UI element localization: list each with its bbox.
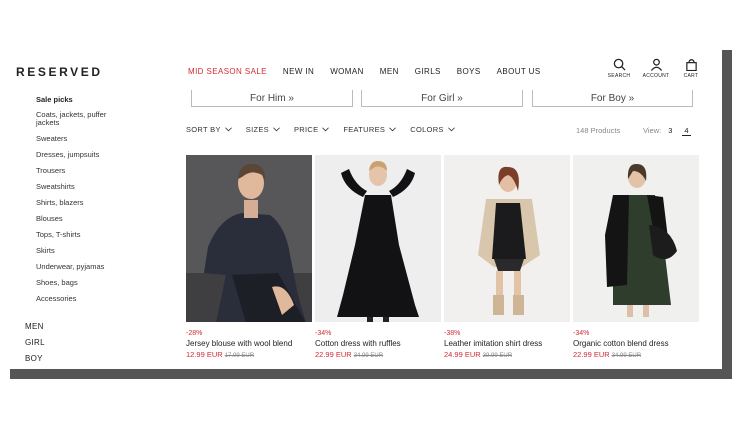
- for-him-button[interactable]: For Him »: [191, 90, 353, 107]
- sidebar-item-underwear[interactable]: Underwear, pyjamas: [36, 263, 126, 271]
- view-option-4[interactable]: 4: [682, 126, 691, 136]
- sidebar-item-sweaters[interactable]: Sweaters: [36, 135, 126, 143]
- chevron-down-icon: [322, 127, 330, 132]
- original-price: 34.99 EUR: [353, 352, 384, 359]
- discount-badge: -34%: [573, 330, 590, 337]
- sidebar-item-men[interactable]: MEN: [25, 322, 44, 331]
- product-card[interactable]: -28% Jersey blouse with wool blend 12.99…: [186, 155, 312, 359]
- browser-viewport: RESERVED MID SEASON SALE NEW IN WOMAN ME…: [10, 50, 722, 369]
- window-edge: [722, 58, 732, 379]
- search-icon: [613, 58, 626, 71]
- colors-filter[interactable]: COLORS: [410, 125, 455, 134]
- original-price: 39.99 EUR: [482, 352, 513, 359]
- search-label: SEARCH: [607, 73, 631, 79]
- nav-new-in[interactable]: NEW IN: [283, 67, 314, 76]
- product-image[interactable]: [186, 155, 312, 322]
- product-card[interactable]: -34% Organic cotton blend dress 22.99 EU…: [573, 155, 699, 359]
- for-boy-button[interactable]: For Boy »: [532, 90, 693, 107]
- sidebar-item-skirts[interactable]: Skirts: [36, 247, 126, 255]
- sidebar-item-tops[interactable]: Tops, T-shirts: [36, 231, 126, 239]
- product-image[interactable]: [444, 155, 570, 322]
- sidebar-item-accessories[interactable]: Accessories: [36, 295, 126, 303]
- features-filter[interactable]: FEATURES: [343, 125, 397, 134]
- sizes-label: SIZES: [245, 125, 269, 134]
- sale-price: 24.99 EUR: [444, 349, 481, 359]
- product-price: 12.99 EUR 17.99 EUR: [186, 350, 312, 359]
- sidebar-item-boy[interactable]: BOY: [25, 354, 43, 363]
- nav-about-us[interactable]: ABOUT US: [497, 67, 541, 76]
- brand-logo[interactable]: RESERVED: [16, 65, 103, 79]
- product-name[interactable]: Leather imitation shirt dress: [444, 340, 570, 348]
- sidebar-item-sale-picks[interactable]: Sale picks: [36, 96, 126, 104]
- chevron-down-icon: [273, 127, 280, 132]
- original-price: 17.99 EUR: [224, 352, 255, 359]
- chevron-down-icon: [447, 127, 455, 132]
- account-label: ACCOUNT: [642, 73, 670, 79]
- chevron-down-icon: [389, 127, 397, 132]
- price-filter[interactable]: PRICE: [293, 125, 330, 134]
- product-card[interactable]: -34% Cotton dress with ruffles 22.99 EUR…: [315, 155, 441, 359]
- cart-button[interactable]: CART: [676, 58, 706, 79]
- category-sidebar: Sale picks Coats, jackets, puffer jacket…: [10, 90, 180, 369]
- view-selector: View: 3 4: [643, 126, 691, 136]
- sale-price: 22.99 EUR: [573, 349, 610, 359]
- for-girl-button[interactable]: For Girl »: [361, 90, 523, 107]
- sidebar-item-blouses[interactable]: Blouses: [36, 215, 126, 223]
- product-image[interactable]: [573, 155, 699, 322]
- header-icons: SEARCH ACCOUNT CART: [602, 58, 709, 79]
- product-card[interactable]: -38% Leather imitation shirt dress 24.99…: [444, 155, 570, 359]
- colors-label: COLORS: [410, 125, 444, 134]
- nav-mid-season-sale[interactable]: MID SEASON SALE: [188, 67, 267, 76]
- sale-price: 12.99 EUR: [186, 349, 223, 359]
- nav-men[interactable]: MEN: [380, 67, 399, 76]
- account-button[interactable]: ACCOUNT: [639, 58, 673, 79]
- sidebar-item-shirts[interactable]: Shirts, blazers: [36, 199, 126, 207]
- nav-boys[interactable]: BOYS: [457, 67, 481, 76]
- price-label: PRICE: [293, 125, 319, 134]
- original-price: 34.99 EUR: [611, 352, 642, 359]
- view-label: View:: [643, 126, 662, 135]
- nav-woman[interactable]: WOMAN: [330, 67, 364, 76]
- cart-icon: [685, 59, 697, 71]
- main-nav: MID SEASON SALE NEW IN WOMAN MEN GIRLS B…: [188, 67, 557, 76]
- chevron-down-icon: [224, 127, 232, 132]
- sort-by-label: SORT BY: [186, 125, 221, 134]
- product-name[interactable]: Cotton dress with ruffles: [315, 340, 441, 348]
- sidebar-item-coats[interactable]: Coats, jackets, puffer jackets: [36, 111, 126, 127]
- sidebar-item-trousers[interactable]: Trousers: [36, 167, 126, 175]
- product-price: 24.99 EUR 39.99 EUR: [444, 350, 570, 359]
- sidebar-item-dresses[interactable]: Dresses, jumpsuits: [36, 151, 126, 159]
- search-button[interactable]: SEARCH: [602, 58, 636, 79]
- product-count: 148 Products: [576, 126, 621, 135]
- account-icon: [650, 58, 662, 71]
- product-image[interactable]: [315, 155, 441, 322]
- discount-badge: -28%: [186, 330, 203, 337]
- sidebar-item-sweatshirts[interactable]: Sweatshirts: [36, 183, 126, 191]
- sidebar-item-shoes[interactable]: Shoes, bags: [36, 279, 126, 287]
- sidebar-item-girl[interactable]: GIRL: [25, 338, 45, 347]
- sizes-filter[interactable]: SIZES: [246, 125, 280, 134]
- discount-badge: -34%: [315, 330, 332, 337]
- view-option-3[interactable]: 3: [668, 126, 672, 136]
- discount-badge: -38%: [444, 330, 461, 337]
- features-label: FEATURES: [343, 125, 386, 134]
- filter-bar: SORT BY SIZES PRICE FEATURES COLORS: [186, 125, 469, 134]
- sale-price: 22.99 EUR: [315, 349, 352, 359]
- product-name[interactable]: Organic cotton blend dress: [573, 340, 699, 348]
- sort-by-filter[interactable]: SORT BY: [186, 125, 232, 134]
- product-price: 22.99 EUR 34.99 EUR: [573, 350, 699, 359]
- site-header: RESERVED MID SEASON SALE NEW IN WOMAN ME…: [10, 50, 722, 90]
- cart-label: CART: [683, 73, 699, 79]
- nav-girls[interactable]: GIRLS: [415, 67, 441, 76]
- product-price: 22.99 EUR 34.99 EUR: [315, 350, 441, 359]
- product-name[interactable]: Jersey blouse with wool blend: [186, 340, 312, 348]
